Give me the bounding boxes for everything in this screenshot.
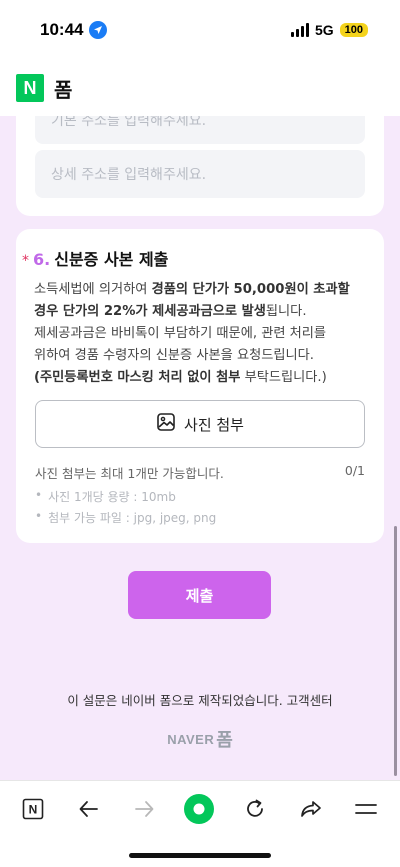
bullet: • [35,488,43,502]
battery-indicator: 100 [339,23,368,37]
naver-n-label: N [29,803,38,817]
naver-n-icon[interactable]: N [13,793,53,825]
question-text: 신분증 사본 제출 [54,250,169,269]
forward-arrow-icon[interactable] [124,793,164,825]
green-dot-icon[interactable] [179,793,219,825]
image-icon [156,412,176,436]
page-title: 폼 [54,77,73,102]
attach-photo-label: 사진 첨부 [184,415,244,434]
bullet: • [35,509,43,523]
form-content[interactable]: 기본 주소를 입력해주세요. 상세 주소를 입력해주세요. * 6. 신분증 사… [0,116,400,780]
attach-rule-size: • 사진 1개당 용량 : 10mb [35,488,176,505]
footer-note[interactable]: 이 설문은 네이버 폼으로 제작되었습니다. 고객센터 [0,690,400,709]
description-bold: 경우 단가의 22%가 제세공과금으로 발생 [34,304,266,319]
brand-form: 폼 [216,730,233,751]
required-mark: * [22,253,29,269]
question-number: 6. [33,250,51,269]
description-line: 제세공과금은 바비톡이 부담하기 때문에, 관련 처리를 [34,323,374,345]
description-line: 소득세법에 의거하여 경품의 단가가 50,000원이 초과할 [34,279,374,301]
naver-logo[interactable]: N [16,74,44,102]
question-description: 소득세법에 의거하여 경품의 단가가 50,000원이 초과할 경우 단가의 22… [34,279,374,389]
description-line: 위하여 경품 수령자의 신분증 사본을 요청드립니다. [34,345,374,367]
description-text: 소득세법에 의거하여 [34,282,152,297]
footer-brand: NAVER 폼 [0,726,400,752]
submit-button[interactable]: 제출 [128,571,271,619]
base-address-input[interactable]: 기본 주소를 입력해주세요. [35,116,365,144]
status-right: 5G 100 [290,22,368,38]
detail-address-input[interactable]: 상세 주소를 입력해주세요. [35,150,365,198]
description-line: (주민등록번호 마스킹 처리 없이 첨부 부탁드립니다.) [34,367,374,389]
app-header: N 폼 [0,60,400,116]
home-indicator [129,853,271,858]
reload-icon[interactable] [235,793,275,825]
attach-info: 사진 첨부는 최대 1개만 가능합니다. 0/1 [35,463,365,482]
status-bar: 10:44 5G 100 [0,0,400,60]
status-time-text: 10:44 [40,20,84,39]
description-bold: (주민등록번호 마스킹 처리 없이 첨부 [34,370,241,385]
address-card: 기본 주소를 입력해주세요. 상세 주소를 입력해주세요. [16,116,384,216]
attach-rule-type: • 첨부 가능 파일 : jpg, jpeg, png [35,509,216,526]
attach-note: 사진 첨부는 최대 1개만 가능합니다. [35,466,224,481]
cellular-signal-icon [290,23,309,37]
attach-rule-text: 첨부 가능 파일 : jpg, jpeg, png [48,511,217,525]
share-icon[interactable] [291,793,331,825]
brand-naver: NAVER [167,731,215,747]
attach-photo-button[interactable]: 사진 첨부 [35,400,365,448]
menu-icon[interactable] [346,793,386,825]
description-text: 부탁드립니다.) [240,370,327,385]
description-bold: 경품의 단가가 50,000원이 초과할 [151,282,350,297]
question-card-id-copy: * 6. 신분증 사본 제출 소득세법에 의거하여 경품의 단가가 50,000… [16,229,384,543]
location-arrow-icon [89,21,108,39]
status-time: 10:44 [40,20,108,40]
description-line: 경우 단가의 22%가 제세공과금으로 발생됩니다. [34,301,374,323]
description-text: 위하여 경품 수령자의 신분증 사본을 요청드립니다. [34,348,314,363]
attach-count: 0/1 [344,463,365,478]
attach-rule-text: 사진 1개당 용량 : 10mb [48,490,176,504]
back-arrow-icon[interactable] [69,793,109,825]
question-title: * 6. 신분증 사본 제출 [22,246,168,270]
scrollbar[interactable] [394,526,397,776]
description-text: 제세공과금은 바비톡이 부담하기 때문에, 관련 처리를 [34,326,327,341]
description-text: 됩니다. [265,304,307,319]
network-label: 5G [314,22,334,38]
